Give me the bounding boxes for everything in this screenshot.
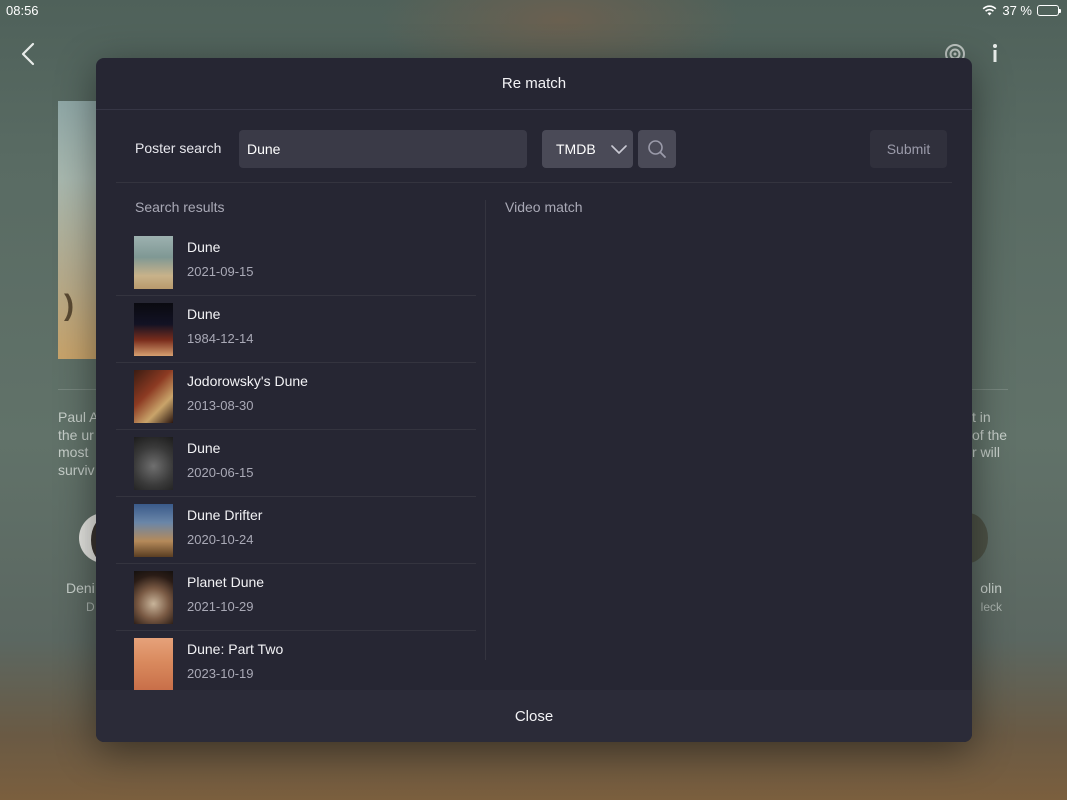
cast-name: olin bbox=[980, 580, 1002, 596]
result-date: 2023-10-19 bbox=[187, 666, 254, 681]
info-icon[interactable] bbox=[986, 42, 1004, 64]
background-overview-right: t in of the r will bbox=[972, 409, 1008, 460]
result-date: 2020-06-15 bbox=[187, 465, 254, 480]
cast-name: Deni bbox=[66, 580, 95, 596]
result-poster bbox=[134, 437, 173, 490]
poster-search-label: Poster search bbox=[135, 140, 222, 156]
result-item[interactable]: Dune: Part Two 2023-10-19 bbox=[116, 631, 476, 690]
rematch-dialog: Re match Poster search TMDB Submit Searc… bbox=[96, 58, 972, 742]
search-results-title: Search results bbox=[135, 199, 225, 215]
video-match-panel: Video match bbox=[486, 184, 952, 690]
battery-icon bbox=[1037, 5, 1061, 16]
result-date: 2021-10-29 bbox=[187, 599, 254, 614]
result-date: 2020-10-24 bbox=[187, 532, 254, 547]
submit-button[interactable]: Submit bbox=[870, 130, 947, 168]
search-results-panel: Search results Dune 2021-09-15 Dune 1984… bbox=[116, 184, 486, 690]
background-overview-left: Paul A the ur most surviv bbox=[58, 409, 96, 478]
result-date: 2013-08-30 bbox=[187, 398, 254, 413]
cast-role: leck bbox=[980, 600, 1002, 614]
status-time: 08:56 bbox=[6, 3, 39, 18]
back-icon[interactable] bbox=[18, 40, 40, 68]
result-title: Jodorowsky's Dune bbox=[187, 373, 308, 389]
dialog-title: Re match bbox=[96, 58, 972, 110]
background-divider bbox=[972, 389, 1008, 390]
result-poster bbox=[134, 303, 173, 356]
result-item[interactable]: Planet Dune 2021-10-29 bbox=[116, 564, 476, 631]
result-item[interactable]: Dune 2020-06-15 bbox=[116, 430, 476, 497]
search-results-list: Dune 2021-09-15 Dune 1984-12-14 Jodorows… bbox=[116, 229, 476, 690]
result-title: Dune Drifter bbox=[187, 507, 263, 523]
result-item[interactable]: Dune 1984-12-14 bbox=[116, 296, 476, 363]
status-indicators: 37 % bbox=[982, 3, 1061, 18]
close-button[interactable]: Close bbox=[96, 690, 972, 742]
search-icon bbox=[648, 140, 666, 158]
result-poster bbox=[134, 370, 173, 423]
wifi-icon bbox=[982, 5, 997, 16]
result-item[interactable]: Dune 2021-09-15 bbox=[116, 229, 476, 296]
result-date: 2021-09-15 bbox=[187, 264, 254, 279]
result-poster bbox=[134, 571, 173, 624]
status-bar: 08:56 37 % bbox=[0, 0, 1067, 20]
result-poster bbox=[134, 504, 173, 557]
result-title: Dune bbox=[187, 239, 221, 255]
result-poster bbox=[134, 638, 173, 690]
result-item[interactable]: Dune Drifter 2020-10-24 bbox=[116, 497, 476, 564]
result-title: Dune bbox=[187, 440, 221, 456]
chevron-down-icon bbox=[611, 145, 627, 154]
result-poster bbox=[134, 236, 173, 289]
result-title: Dune: Part Two bbox=[187, 641, 284, 657]
source-select[interactable]: TMDB bbox=[542, 130, 633, 168]
source-select-value: TMDB bbox=[556, 141, 596, 157]
result-title: Planet Dune bbox=[187, 574, 265, 590]
poster-search-input[interactable] bbox=[239, 130, 527, 168]
video-match-title: Video match bbox=[505, 199, 583, 215]
poster-search-row: Poster search TMDB Submit bbox=[116, 110, 952, 183]
result-item[interactable]: Jodorowsky's Dune 2013-08-30 bbox=[116, 363, 476, 430]
background-poster: ) bbox=[58, 101, 100, 359]
result-title: Dune bbox=[187, 306, 221, 322]
background-divider bbox=[58, 389, 98, 390]
search-button[interactable] bbox=[638, 130, 676, 168]
result-date: 1984-12-14 bbox=[187, 331, 254, 346]
battery-percent: 37 % bbox=[1002, 3, 1032, 18]
